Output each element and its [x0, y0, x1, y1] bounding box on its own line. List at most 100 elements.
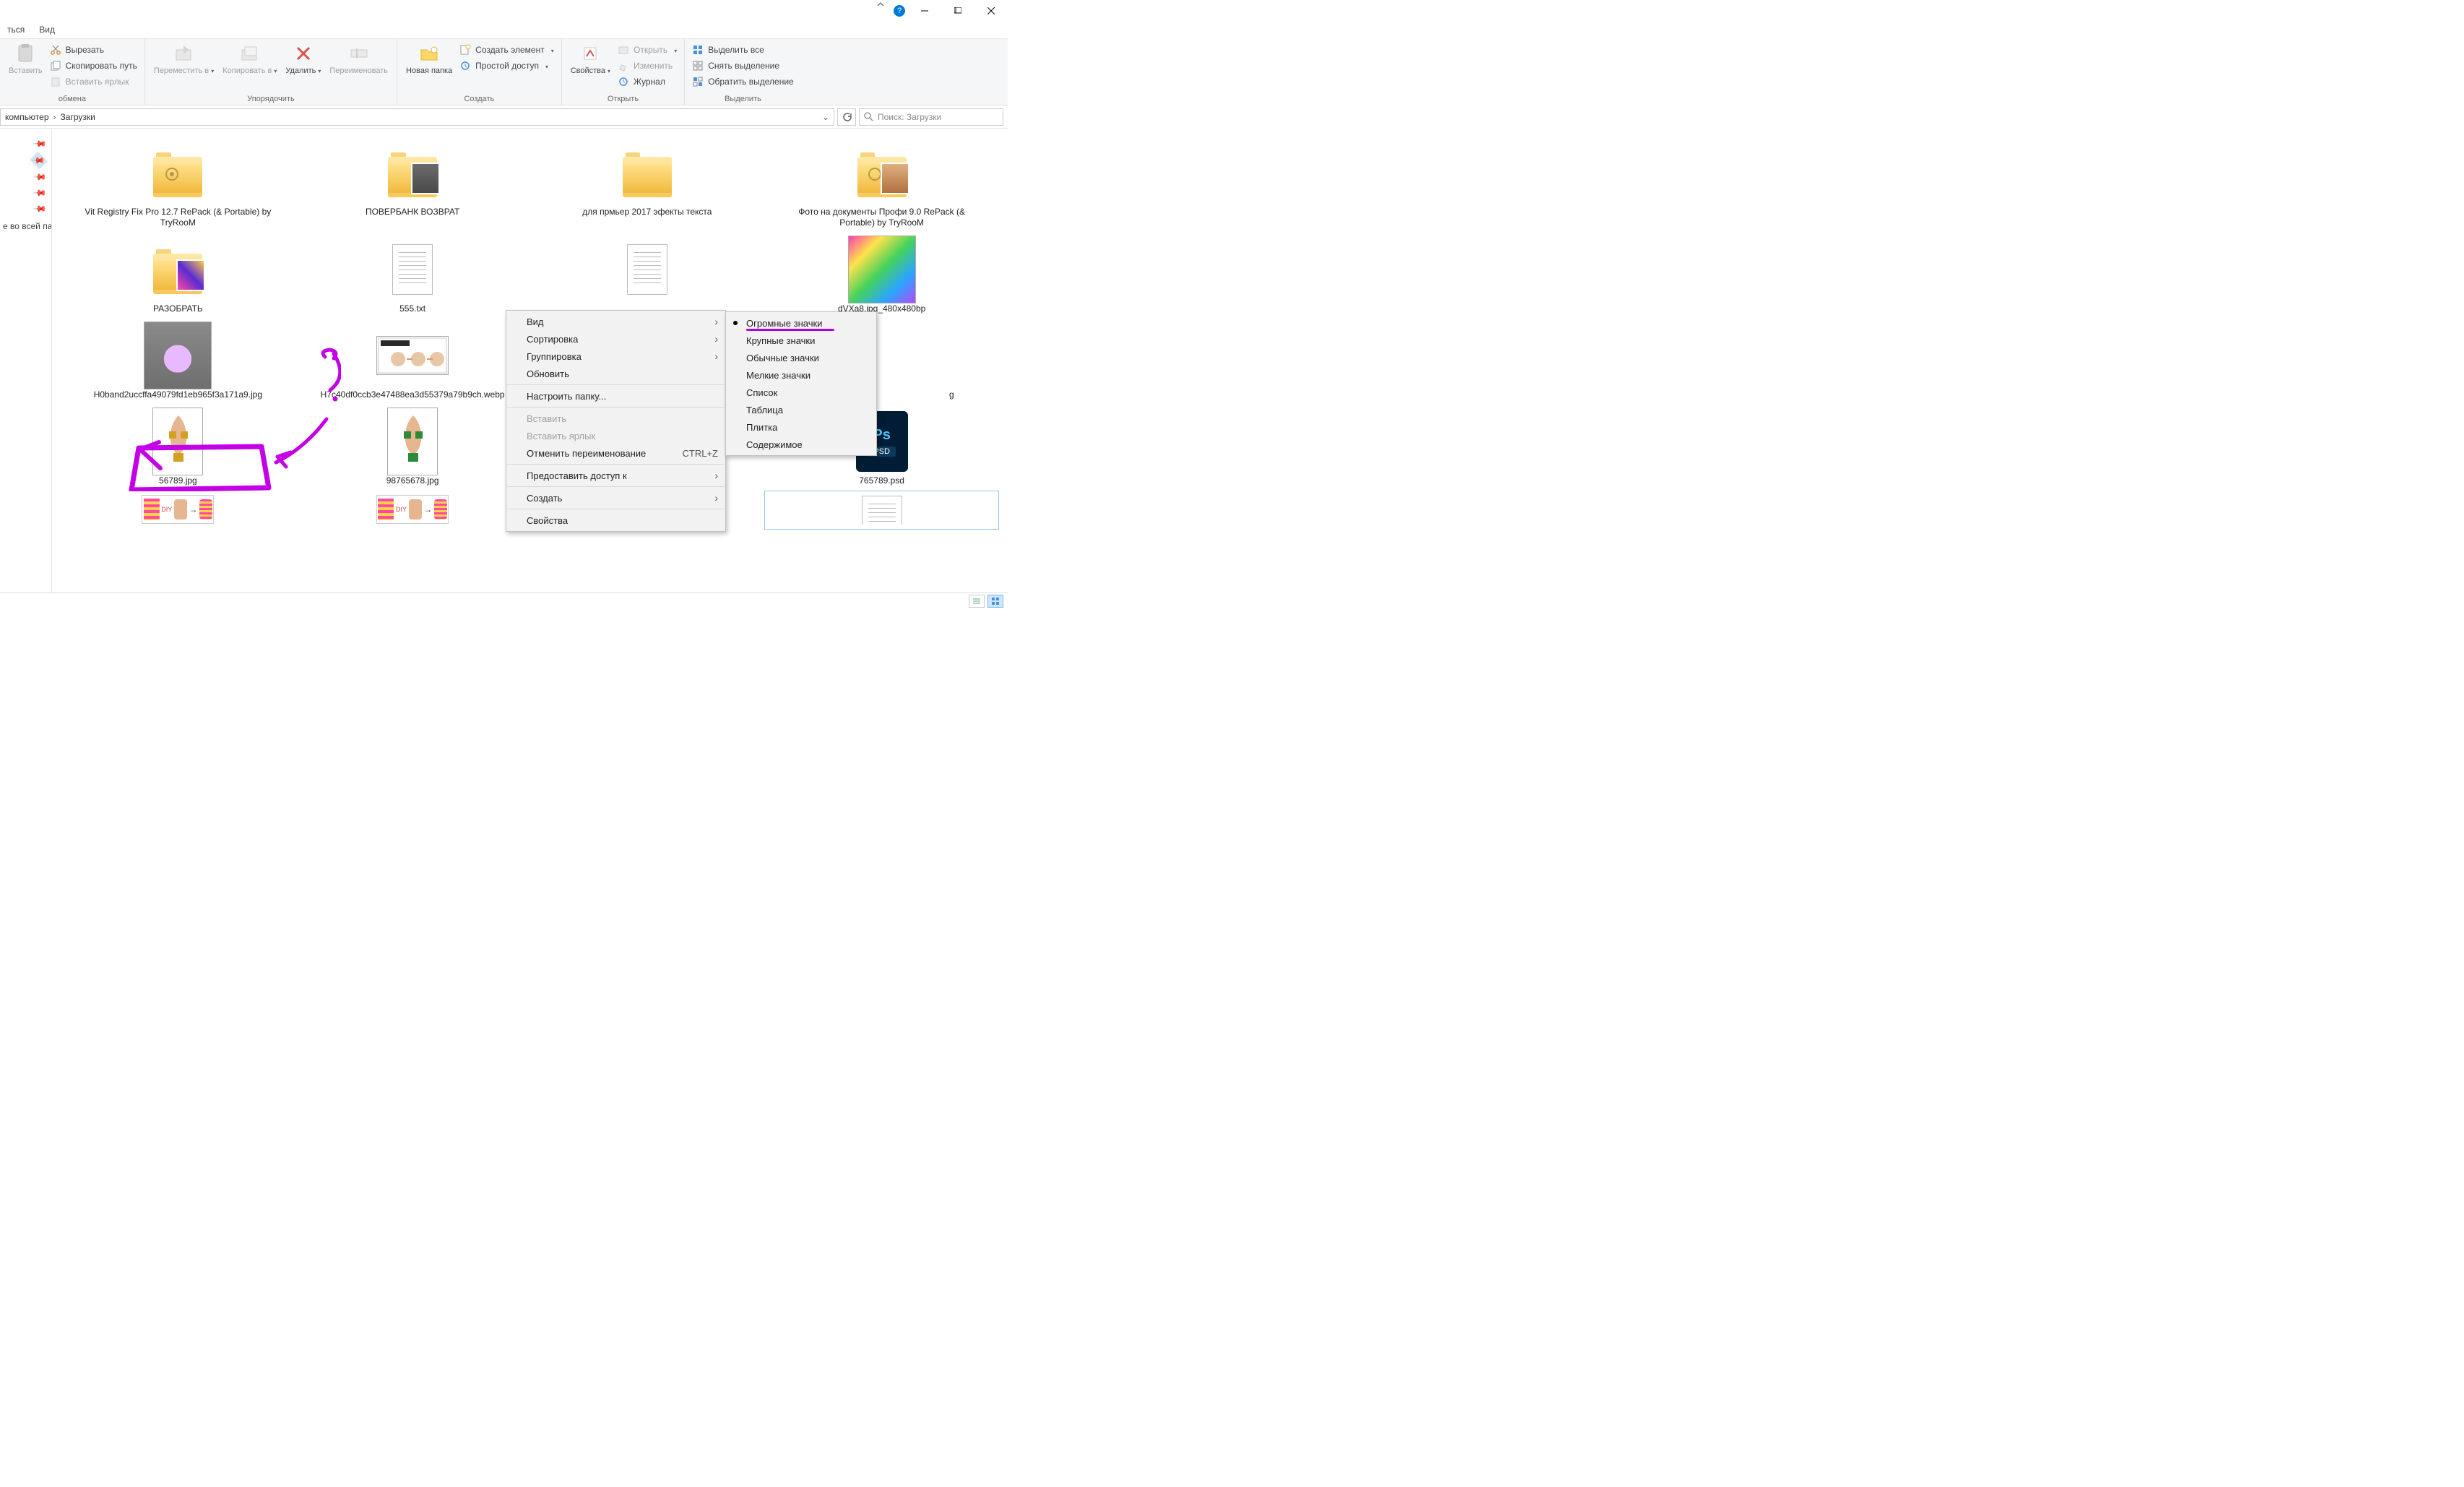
ctx-view-huge[interactable]: Огромные значки: [726, 314, 876, 332]
breadcrumb[interactable]: компьютер › Загрузки ⌄: [0, 108, 834, 126]
new-group-label: Создать: [402, 95, 557, 105]
file-item[interactable]: H0band2uccffa49079fd1eb965f3a171a9.jpg: [61, 319, 295, 405]
item-label: 98765678.jpg: [386, 475, 439, 486]
ctx-grant-access[interactable]: Предоставить доступ к: [506, 467, 725, 484]
refresh-button[interactable]: [837, 108, 856, 126]
context-menu-view[interactable]: Огромные значки Крупные значки Обычные з…: [725, 311, 877, 456]
ctx-view-tiles[interactable]: Плитка: [726, 418, 876, 436]
ctx-view-small[interactable]: Мелкие значки: [726, 366, 876, 384]
open-icon: [618, 44, 629, 56]
copy-to-button[interactable]: Копировать в: [218, 40, 281, 77]
breadcrumb-seg-downloads[interactable]: Загрузки: [61, 112, 95, 122]
easy-access-button[interactable]: Простой доступ: [457, 58, 557, 74]
rename-label: Переименовать: [329, 66, 388, 75]
file-item[interactable]: dVXa8.jpg_480x480bp: [764, 233, 999, 319]
item-label: Фото на документы Профи 9.0 RePack (& Po…: [781, 207, 983, 228]
window-maximize-button[interactable]: [941, 0, 974, 22]
history-button[interactable]: Журнал: [615, 74, 680, 90]
file-item[interactable]: 555.txt: [295, 233, 530, 319]
help-button[interactable]: ?: [891, 0, 908, 22]
properties-button[interactable]: Свойства: [566, 40, 615, 77]
ctx-paste: Вставить: [506, 410, 725, 427]
file-content-area[interactable]: Vit Registry Fix Pro 12.7 RePack (& Port…: [52, 129, 1008, 592]
pin-icon[interactable]: 📌: [33, 170, 47, 184]
open-label: Открыть: [634, 45, 667, 55]
ctx-undo-rename[interactable]: Отменить переименованиеCTRL+Z: [506, 444, 725, 462]
ribbon-collapse-chevron[interactable]: [870, 0, 891, 9]
file-item[interactable]: 56789.jpg: [61, 405, 295, 491]
ctx-customize-folder[interactable]: Настроить папку...: [506, 387, 725, 405]
pin-icon[interactable]: 📌: [33, 137, 47, 151]
annotation-underline: [746, 329, 834, 331]
window-minimize-button[interactable]: [908, 0, 941, 22]
invert-selection-label: Обратить выделение: [708, 77, 794, 87]
item-label: Vit Registry Fix Pro 12.7 RePack (& Port…: [77, 207, 279, 228]
invert-selection-button[interactable]: Обратить выделение: [689, 74, 797, 90]
ctx-view[interactable]: Вид: [506, 313, 725, 330]
item-label: 56789.jpg: [159, 475, 197, 486]
copy-to-label: Копировать в: [222, 66, 272, 75]
copy-path-button[interactable]: Скопировать путь: [47, 58, 140, 74]
pin-icon[interactable]: 📌: [30, 152, 48, 170]
history-label: Журнал: [634, 77, 665, 87]
ribbon-tabs: ться Вид: [0, 22, 1008, 39]
ctx-refresh[interactable]: Обновить: [506, 365, 725, 382]
file-item[interactable]: DIY→: [295, 491, 530, 530]
ctx-view-large[interactable]: Крупные значки: [726, 332, 876, 349]
ribbon-group-select: Выделить все Снять выделение Обратить вы…: [685, 39, 801, 105]
edit-button[interactable]: Изменить: [615, 58, 680, 74]
folder-item[interactable]: ПОВЕРБАНК ВОЗВРАТ: [295, 136, 530, 233]
paste-shortcut-label: Вставить ярлык: [66, 77, 129, 87]
new-element-icon: [459, 44, 471, 56]
window-close-button[interactable]: [974, 0, 1008, 22]
ctx-properties[interactable]: Свойства: [506, 512, 725, 529]
folder-item[interactable]: для прмьер 2017 эфекты текста: [530, 136, 765, 233]
select-none-button[interactable]: Снять выделение: [689, 58, 797, 74]
folder-item[interactable]: Vit Registry Fix Pro 12.7 RePack (& Port…: [61, 136, 295, 233]
ctx-view-normal[interactable]: Обычные значки: [726, 349, 876, 366]
paste-button[interactable]: Вставить: [4, 40, 47, 77]
ctx-create[interactable]: Создать: [506, 489, 725, 507]
new-folder-button[interactable]: Новая папка: [402, 40, 457, 77]
ctx-view-content[interactable]: Содержимое: [726, 436, 876, 453]
clipboard-group-label: обмена: [4, 95, 140, 105]
ctx-group[interactable]: Группировка: [506, 348, 725, 365]
cut-button[interactable]: Вырезать: [47, 42, 140, 58]
nav-sidebar: 📌 📌 📌 📌 📌 е во всей па: [0, 129, 52, 592]
view-details-button[interactable]: [969, 595, 985, 608]
paste-shortcut-button[interactable]: Вставить ярлык: [47, 74, 140, 90]
file-item[interactable]: H7c40df0ccb3e47488ea3d55379a79b9ch.webp: [295, 319, 530, 405]
new-element-label: Создать элемент: [475, 45, 545, 55]
ctx-view-table[interactable]: Таблица: [726, 401, 876, 418]
delete-button[interactable]: Удалить: [281, 40, 325, 77]
pin-icon[interactable]: 📌: [33, 186, 47, 200]
folder-item[interactable]: РАЗОБРАТЬ: [61, 233, 295, 319]
search-input[interactable]: Поиск: Загрузки: [859, 108, 1003, 126]
copy-to-icon: [238, 42, 261, 65]
move-to-button[interactable]: Переместить в: [150, 40, 218, 77]
new-element-button[interactable]: Создать элемент: [457, 42, 557, 58]
ctx-view-list[interactable]: Список: [726, 384, 876, 401]
file-item[interactable]: DIY→: [61, 491, 295, 530]
rename-button[interactable]: Переименовать: [325, 40, 392, 77]
file-item[interactable]: 98765678.jpg: [295, 405, 530, 491]
easy-access-label: Простой доступ: [475, 61, 539, 71]
open-button[interactable]: Открыть: [615, 42, 680, 58]
file-item[interactable]: [764, 491, 999, 530]
folder-item[interactable]: Фото на документы Профи 9.0 RePack (& Po…: [764, 136, 999, 233]
tab-view[interactable]: Вид: [32, 22, 62, 38]
context-menu-main[interactable]: Вид Сортировка Группировка Обновить Наст…: [506, 310, 726, 532]
tab-share[interactable]: ться: [0, 22, 32, 38]
breadcrumb-seg-computer[interactable]: компьютер: [5, 112, 49, 122]
breadcrumb-dropdown[interactable]: ⌄: [822, 112, 829, 122]
view-large-icons-button[interactable]: [987, 595, 1003, 608]
pin-icon[interactable]: 📌: [33, 202, 47, 216]
select-all-label: Выделить все: [708, 45, 764, 55]
title-bar: ?: [0, 0, 1008, 22]
new-folder-icon: [418, 42, 441, 65]
ctx-sort[interactable]: Сортировка: [506, 330, 725, 348]
file-item[interactable]: [530, 233, 765, 319]
item-label: ПОВЕРБАНК ВОЗВРАТ: [366, 207, 459, 217]
select-all-button[interactable]: Выделить все: [689, 42, 797, 58]
status-bar: [0, 592, 1008, 608]
